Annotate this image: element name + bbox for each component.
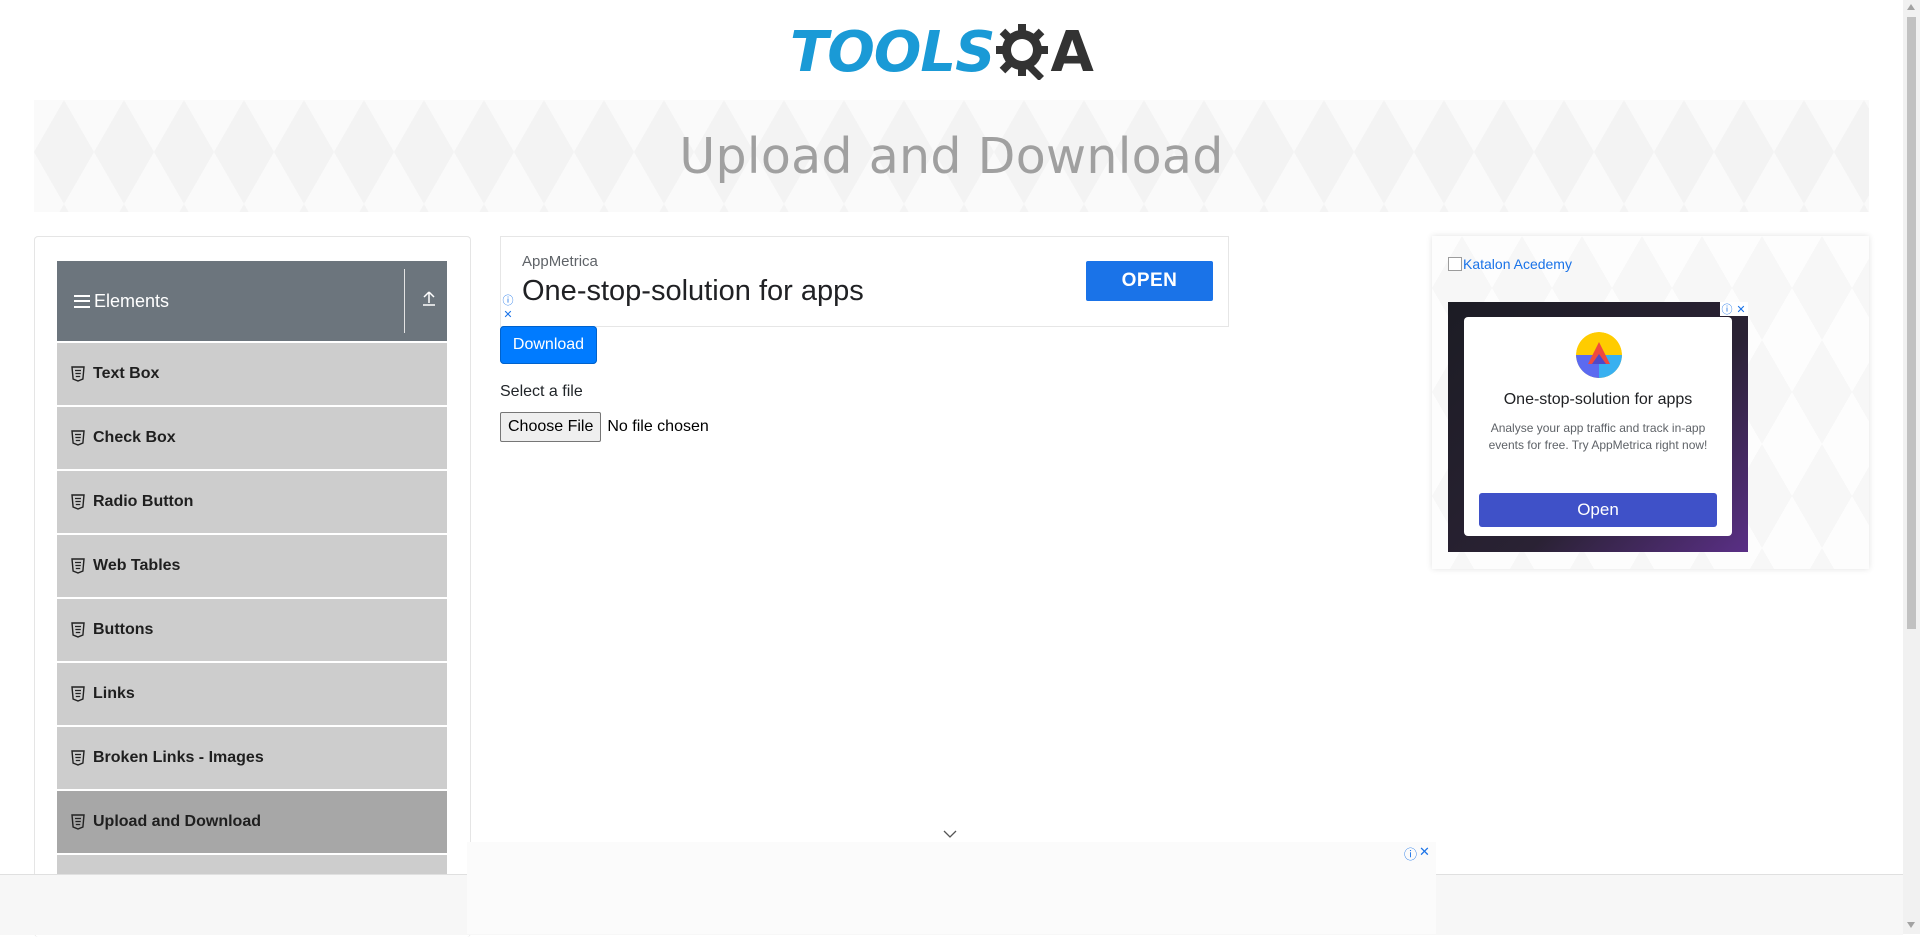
scroll-thumb[interactable] [1907, 17, 1916, 629]
sidebar-item-label: Links [93, 685, 135, 702]
sidebar-item-label: Web Tables [93, 557, 181, 574]
ad-card: One-stop-solution for apps Analyse your … [1464, 317, 1732, 536]
html5-icon [71, 814, 85, 830]
ad-headline: One-stop-solution for apps [522, 275, 864, 307]
right-ad-panel: Katalon Acedemy ⓘ ✕ One-stop-solution fo… [1432, 236, 1869, 569]
group-title: Elements [94, 290, 170, 311]
elements-menu: Text Box Check Box Radio Button Web Tabl… [57, 343, 447, 881]
ad-choices[interactable]: ⓘ ✕ [501, 293, 515, 321]
sidebar-item-radio-button[interactable]: Radio Button [57, 471, 447, 533]
chevron-down-icon[interactable] [940, 826, 960, 842]
katalon-academy-link[interactable]: Katalon Acedemy [1448, 256, 1572, 272]
sidebar-item-label: Text Box [93, 365, 160, 382]
katalon-link-text: Katalon Acedemy [1463, 256, 1572, 272]
collapse-group-icon[interactable] [419, 289, 439, 311]
html5-icon [71, 430, 85, 446]
scroll-up-arrow-icon[interactable] [1907, 4, 1915, 10]
html5-icon [71, 366, 85, 382]
html5-icon [71, 750, 85, 766]
html5-icon [71, 558, 85, 574]
gear-magnifier-icon [996, 24, 1049, 80]
logo-text-tools: TOOLS [790, 19, 995, 85]
sidebar-item-text-box[interactable]: Text Box [57, 343, 447, 405]
ad-card-description: Analyse your app traffic and track in-ap… [1488, 421, 1708, 452]
ad-close-icon[interactable]: ✕ [1734, 302, 1748, 316]
page-title: Upload and Download [679, 127, 1224, 185]
download-button[interactable]: Download [500, 326, 597, 364]
sidebar-item-broken-links-images[interactable]: Broken Links - Images [57, 727, 447, 789]
file-status-text: No file chosen [607, 418, 709, 435]
ad-info-icon[interactable]: ⓘ [1404, 844, 1417, 863]
ad-open-button[interactable]: OPEN [1086, 261, 1213, 301]
sidebar-item-label: Radio Button [93, 493, 194, 510]
choose-file-button[interactable]: Choose File [500, 412, 602, 442]
top-ad-banner[interactable]: AppMetrica One-stop-solution for apps OP… [500, 236, 1229, 327]
sidebar-item-check-box[interactable]: Check Box [57, 407, 447, 469]
ad-close-icon[interactable]: ✕ [1419, 844, 1430, 863]
appmetrica-logo-icon [1576, 332, 1622, 378]
sidebar-item-label: Check Box [93, 429, 176, 446]
sidebar-item-links[interactable]: Links [57, 663, 447, 725]
sidebar-item-label: Broken Links - Images [93, 749, 264, 766]
ad-card-title: One-stop-solution for apps [1503, 391, 1693, 408]
html5-icon [71, 494, 85, 510]
ad-close-icon[interactable]: ✕ [501, 307, 515, 321]
select-file-label: Select a file [500, 383, 583, 400]
page-banner: Upload and Download [34, 100, 1869, 212]
left-sidebar: Elements Text Box Check Box Radio Button… [34, 236, 471, 937]
hamburger-icon [74, 294, 90, 308]
sidebar-item-web-tables[interactable]: Web Tables [57, 535, 447, 597]
broken-image-icon [1448, 257, 1462, 271]
sidebar-item-label: Upload and Download [93, 813, 261, 830]
logo-text-a: A [1050, 19, 1094, 85]
ad-card-open-button[interactable]: Open [1479, 493, 1717, 527]
bottom-ad-slot[interactable] [467, 842, 1436, 934]
sidebar-item-buttons[interactable]: Buttons [57, 599, 447, 661]
header-divider [404, 269, 405, 333]
bottom-ad-choices[interactable]: ⓘ ✕ [1404, 844, 1430, 863]
ad-info-icon[interactable]: ⓘ [1720, 302, 1734, 316]
ad-brand: AppMetrica [522, 253, 598, 270]
appmetrica-ad[interactable]: ⓘ ✕ One-stop-solution for apps Analyse y… [1448, 302, 1748, 552]
ad-info-icon[interactable]: ⓘ [501, 293, 515, 307]
html5-icon [71, 622, 85, 638]
scroll-down-arrow-icon[interactable] [1907, 922, 1915, 928]
ad-choices[interactable]: ⓘ ✕ [1720, 302, 1748, 316]
sidebar-item-label: Buttons [93, 621, 154, 638]
file-upload-input[interactable]: Choose File No file chosen [500, 412, 709, 442]
elements-group-header[interactable]: Elements [57, 261, 447, 341]
site-logo[interactable]: TOOLS A [790, 12, 1116, 92]
html5-icon [71, 686, 85, 702]
page-scrollbar[interactable] [1903, 0, 1920, 934]
sidebar-item-upload-and-download[interactable]: Upload and Download [57, 791, 447, 853]
